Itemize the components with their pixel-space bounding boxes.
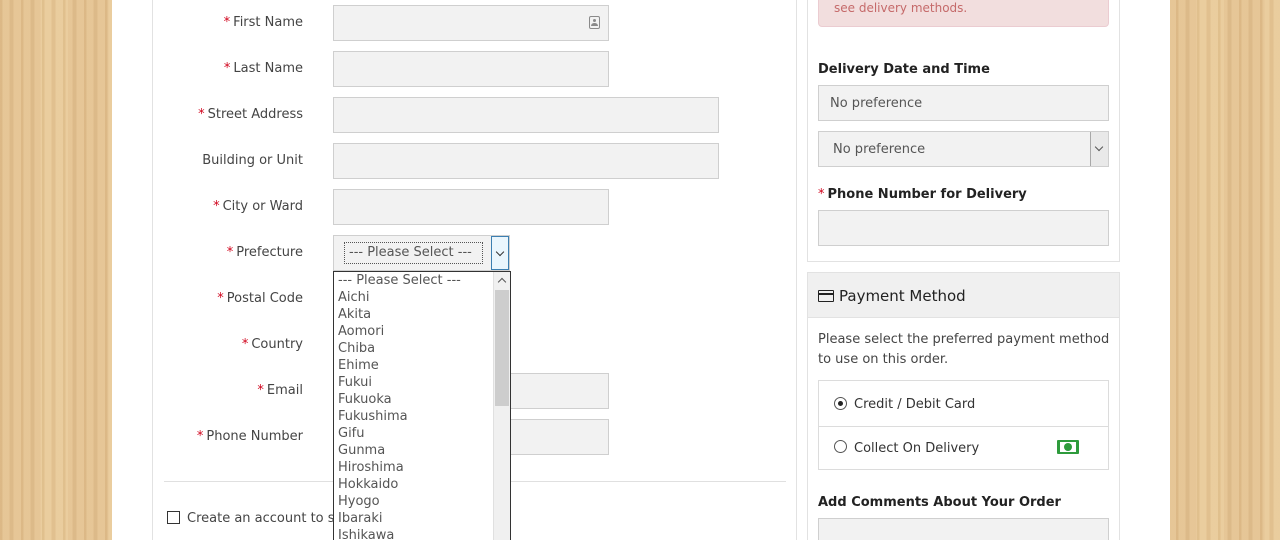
cash-icon [1057,440,1079,454]
delivery-phone-input[interactable] [818,210,1109,246]
payment-method-title: Payment Method [839,287,966,305]
dropdown-option[interactable]: Hyogo [334,493,510,510]
delivery-date-input[interactable]: No preference [818,85,1109,121]
dropdown-option[interactable]: Aichi [334,289,510,306]
dropdown-option[interactable]: --- Please Select --- [334,272,510,289]
payment-options-divider [819,426,1108,427]
prefecture-dropdown-button[interactable] [491,236,509,270]
dropdown-option[interactable]: Aomori [334,323,510,340]
dropdown-option[interactable]: Ehime [334,357,510,374]
prefecture-label: * Prefecture [226,245,303,260]
dropdown-option[interactable]: Hokkaido [334,476,510,493]
dropdown-option[interactable]: Gunma [334,442,510,459]
dropdown-option[interactable]: Gifu [334,425,510,442]
building-unit-label: Building or Unit [202,153,303,168]
payment-method-description: Please select the preferred payment meth… [818,332,1110,367]
delivery-time-dropdown-button[interactable] [1090,132,1108,166]
credit-card-label[interactable]: Credit / Debit Card [854,397,975,412]
delivery-phone-heading: * Phone Number for Delivery [818,187,1027,202]
delivery-alert-text: see delivery methods. [834,1,968,15]
collect-on-delivery-radio[interactable] [834,440,847,453]
first-name-input[interactable] [333,5,609,41]
chevron-down-icon [1094,142,1104,152]
dropdown-scrollbar[interactable] [493,272,510,540]
dropdown-option[interactable]: Akita [334,306,510,323]
payment-options: Credit / Debit Card Collect On Delivery [818,380,1109,470]
dropdown-option[interactable]: Chiba [334,340,510,357]
prefecture-dropdown-list[interactable]: --- Please Select --- Aichi Akita Aomori… [333,271,511,540]
delivery-alert: see delivery methods. [818,0,1109,27]
collect-on-delivery-label[interactable]: Collect On Delivery [854,441,979,456]
dropdown-option[interactable]: Ishikawa [334,527,510,540]
chevron-up-icon[interactable] [497,277,507,287]
dropdown-option[interactable]: Ibaraki [334,510,510,527]
prefecture-select[interactable]: --- Please Select --- [333,235,510,271]
first-name-label: * First Name [223,15,303,30]
delivery-time-select[interactable]: No preference [818,131,1109,167]
dropdown-option[interactable]: Hiroshima [334,459,510,476]
postal-code-label: * Postal Code [217,291,303,306]
dropdown-option[interactable]: Fukui [334,374,510,391]
create-account-checkbox[interactable] [167,511,180,524]
city-ward-label: * City or Ward [213,199,303,214]
credit-card-radio[interactable] [834,397,847,410]
email-label: * Email [257,383,303,398]
last-name-label: * Last Name [223,61,303,76]
city-ward-input[interactable] [333,189,609,225]
delivery-time-value: No preference [833,142,926,157]
building-unit-input[interactable] [333,143,719,179]
scrollbar-thumb[interactable] [495,290,509,406]
delivery-date-value: No preference [830,96,923,111]
payment-method-header: Payment Method [807,272,1120,318]
phone-number-label: * Phone Number [196,429,303,444]
order-comments-heading: Add Comments About Your Order [818,495,1061,510]
contact-card-icon[interactable] [589,16,600,29]
create-account-label[interactable]: Create an account to sav [187,511,333,526]
street-address-input[interactable] [333,97,719,133]
chevron-down-icon [495,247,505,257]
prefecture-selected-value: --- Please Select --- [344,242,483,264]
street-address-label: * Street Address [198,107,303,122]
dropdown-option[interactable]: Fukuoka [334,391,510,408]
country-label: * Country [241,337,303,352]
dropdown-option[interactable]: Fukushima [334,408,510,425]
order-comments-textarea[interactable] [818,518,1109,540]
last-name-input[interactable] [333,51,609,87]
delivery-date-time-heading: Delivery Date and Time [818,62,990,77]
credit-card-icon [818,290,834,302]
